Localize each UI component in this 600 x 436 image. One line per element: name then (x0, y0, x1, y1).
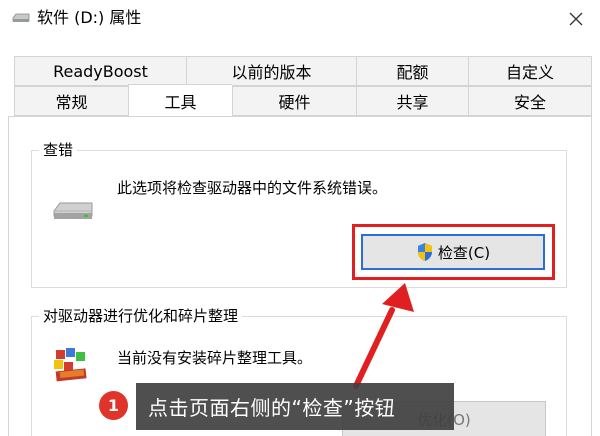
tab-previous-versions[interactable]: 以前的版本 (186, 56, 356, 86)
tab-row-2: 常规 工具 硬件 共享 安全 (0, 84, 592, 116)
defrag-icon (54, 348, 87, 382)
tab-sharing[interactable]: 共享 (356, 86, 468, 116)
tab-security[interactable]: 安全 (468, 86, 592, 116)
annotation-step-badge: 1 (99, 391, 128, 420)
check-button-label: 检查(C) (437, 243, 491, 262)
tab-tools[interactable]: 工具 (128, 84, 232, 116)
tab-quota[interactable]: 配额 (356, 56, 468, 86)
close-icon (569, 12, 583, 26)
tab-hardware[interactable]: 硬件 (232, 86, 356, 116)
drive-icon (12, 13, 30, 22)
drive-icon (53, 202, 93, 219)
title-bar: 软件 (D:) 属性 (0, 0, 600, 38)
error-check-title: 查错 (39, 141, 78, 159)
annotation-callout: 点击页面右侧的“检查”按钮 (136, 383, 454, 430)
optimize-description: 当前没有安装碎片整理工具。 (117, 349, 313, 367)
annotation-text: 点击页面右侧的“检查”按钮 (148, 396, 396, 420)
uac-shield-icon (417, 243, 432, 261)
optimize-title: 对驱动器进行优化和碎片整理 (39, 307, 243, 325)
tab-row-1: ReadyBoost 以前的版本 配额 自定义 (0, 56, 592, 86)
close-button[interactable] (552, 0, 600, 38)
error-check-description: 此选项将检查驱动器中的文件系统错误。 (117, 179, 388, 197)
tab-customize[interactable]: 自定义 (468, 56, 592, 86)
tab-readyboost[interactable]: ReadyBoost (14, 56, 186, 86)
check-button[interactable]: 检查(C) (361, 234, 545, 270)
tab-general[interactable]: 常规 (14, 86, 128, 116)
window-title: 软件 (D:) 属性 (37, 8, 142, 27)
